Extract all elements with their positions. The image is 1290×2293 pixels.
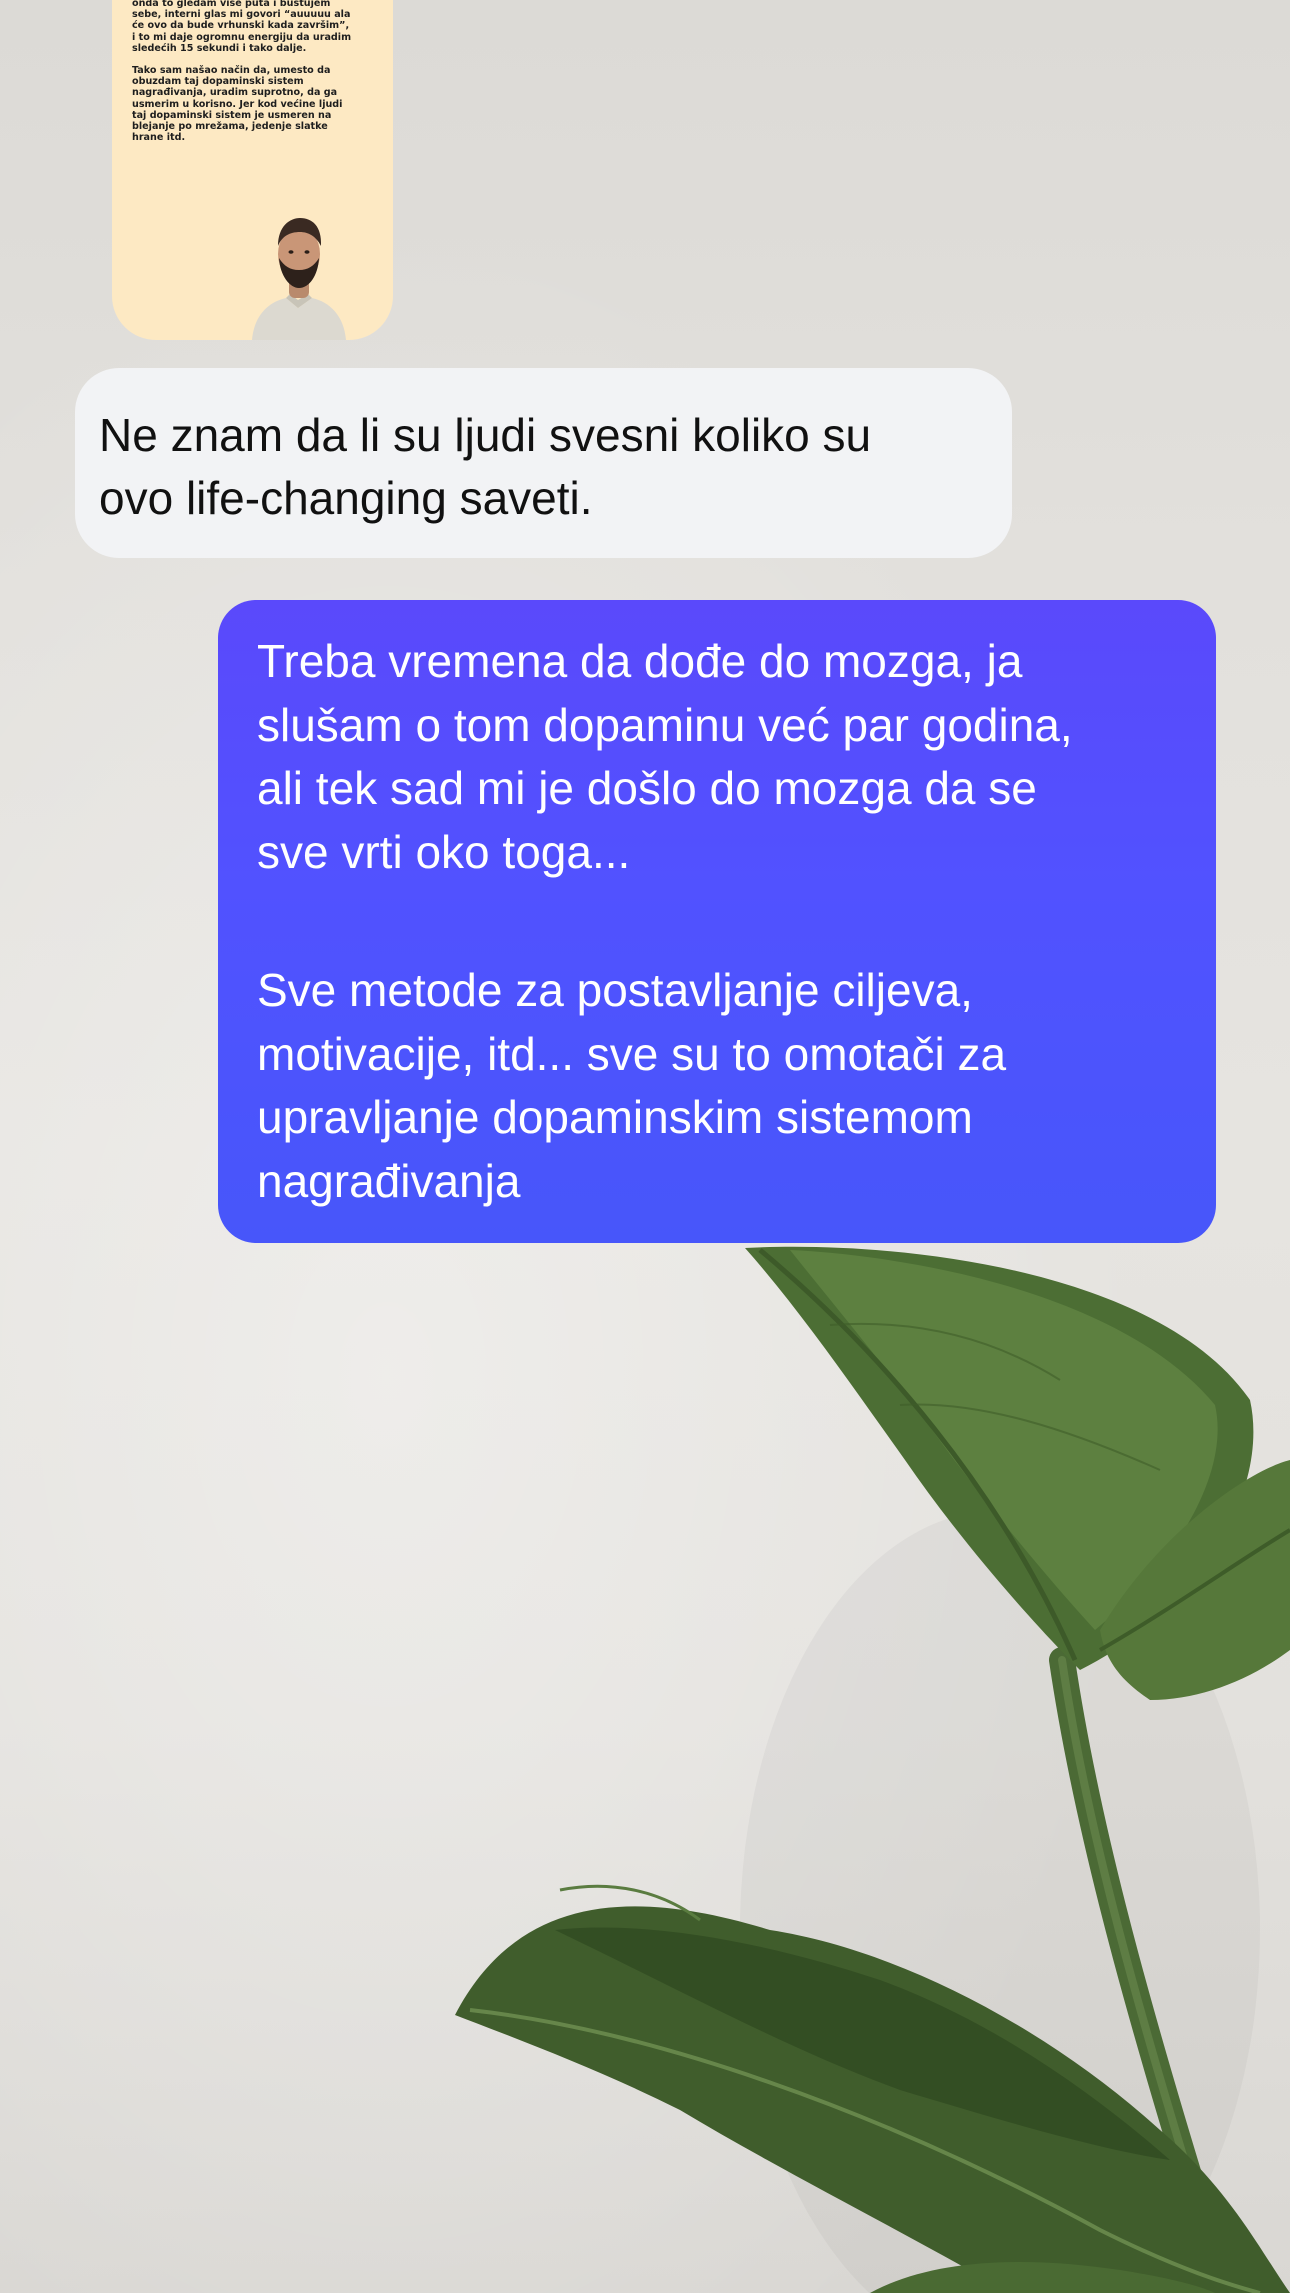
sent-message-bubble[interactable]: Treba vremena da dođe do mozga, ja sluša… [218,600,1216,1243]
received-message-text: Ne znam da li su ljudi svesni koliko su … [99,409,872,524]
sent-message-paragraph: Treba vremena da dođe do mozga, ja sluša… [257,635,1073,878]
person-avatar-icon [252,218,346,340]
story-paragraph: onda to gledam više puta i bustujem sebe… [132,0,352,54]
sent-message-paragraph: Sve metode za postavljanje ciljeva, moti… [257,964,1007,1207]
received-message-bubble[interactable]: Ne znam da li su ljudi svesni koliko su … [75,368,1012,558]
story-text-block: onda to gledam više puta i bustujem sebe… [132,0,372,154]
plant-leaves-icon [455,1246,1290,2293]
story-paragraph: Tako sam našao način da, umesto da obuzd… [132,65,343,144]
shared-story-card[interactable]: onda to gledam više puta i bustujem sebe… [112,0,393,340]
